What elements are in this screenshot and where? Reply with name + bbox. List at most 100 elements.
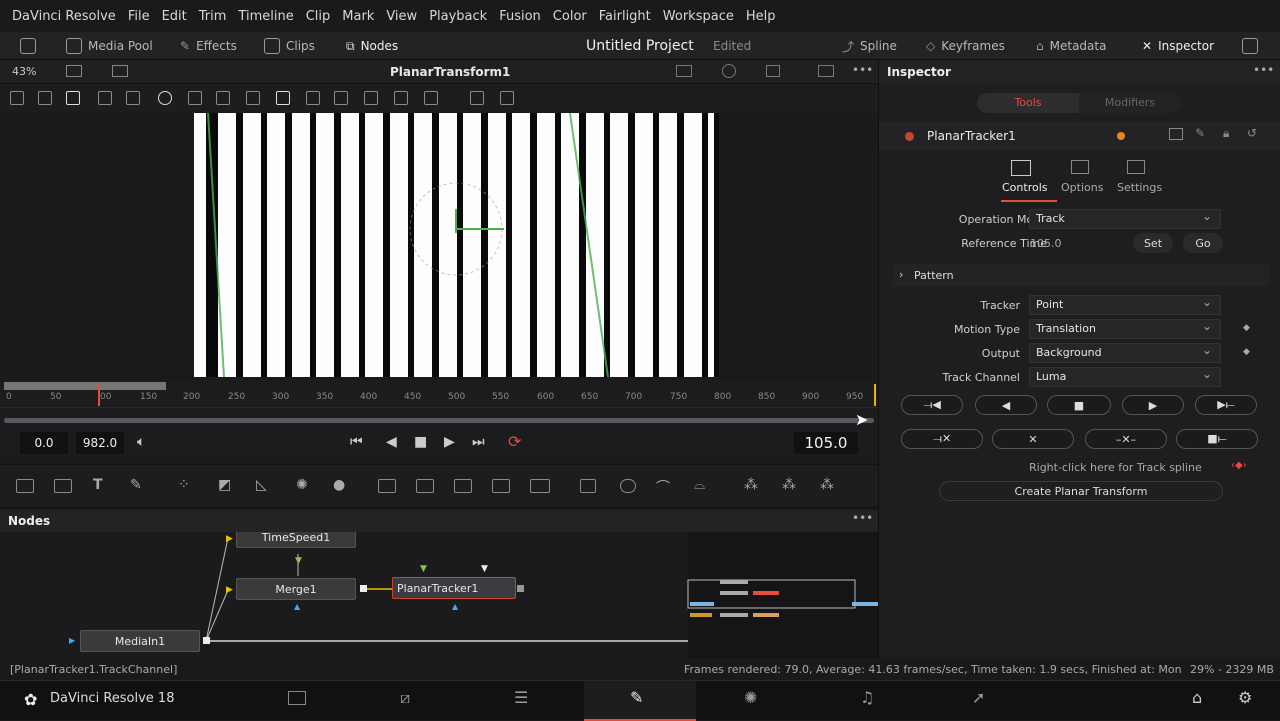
pen-icon[interactable] [38, 91, 52, 105]
planar-output-port[interactable] [517, 585, 524, 592]
reference-time-value[interactable]: 105.0 [1030, 237, 1062, 250]
subtab-settings[interactable]: Settings [1117, 181, 1162, 194]
menu-timeline[interactable]: Timeline [232, 9, 299, 24]
operation-mode-dropdown[interactable]: Track [1029, 207, 1221, 229]
media-pool-button[interactable]: Media Pool [66, 36, 153, 56]
tracker-tool-icon[interactable]: ⁂ [744, 477, 758, 493]
select-delete-icon[interactable] [126, 91, 140, 105]
panel-toggle-button[interactable] [20, 36, 36, 56]
paint-tool-icon[interactable]: ✎ [130, 477, 142, 493]
spline-button[interactable]: ⤴ Spline [842, 36, 897, 56]
menu-fairlight[interactable]: Fairlight [593, 9, 657, 24]
node-planartracker[interactable]: PlanarTracker1 [392, 577, 516, 599]
out-marker[interactable] [874, 384, 876, 406]
delete-range-button[interactable]: –✕– [1085, 429, 1167, 449]
gradient-tool-icon[interactable]: ◩ [218, 477, 231, 493]
create-planar-transform-button[interactable]: Create Planar Transform [939, 481, 1223, 501]
menu-app[interactable]: DaVinci Resolve [6, 9, 122, 24]
current-time-field[interactable]: 105.0 [794, 432, 858, 454]
menu-edit[interactable]: Edit [156, 9, 193, 24]
output-dropdown[interactable]: Background [1029, 341, 1221, 363]
view-icon[interactable] [676, 65, 692, 77]
subtab-controls[interactable]: Controls [1002, 181, 1048, 194]
resize-tool-icon[interactable] [492, 479, 510, 493]
go-to-start-icon[interactable]: ⏮︎ [350, 434, 363, 450]
particles-tool-icon[interactable]: ⁘ [178, 477, 190, 493]
node-mediain[interactable]: MediaIn1 [80, 630, 200, 652]
menu-playback[interactable]: Playback [423, 9, 493, 24]
tracker-dropdown[interactable]: Point [1029, 293, 1221, 315]
pen-add-icon[interactable] [10, 91, 24, 105]
menu-view[interactable]: View [380, 9, 423, 24]
inspector-more-icon[interactable]: ••• [1253, 63, 1274, 77]
start-time-field[interactable]: 0.0 [20, 432, 68, 454]
color-icon[interactable] [722, 64, 736, 78]
menu-mark[interactable]: Mark [336, 9, 380, 24]
fullscreen-button[interactable] [1242, 36, 1258, 56]
menu-fusion[interactable]: Fusion [493, 9, 547, 24]
inspector-button[interactable]: ✕ Inspector [1142, 36, 1214, 56]
select-multi-icon[interactable] [98, 91, 112, 105]
bspline-mask-icon[interactable]: ⌓ [694, 477, 705, 493]
keyframe-nav-icon[interactable]: ‹◆› [1231, 460, 1247, 471]
media-page-icon[interactable] [288, 691, 306, 705]
zoom-dropdown[interactable]: 43% [12, 65, 36, 78]
motion-type-dropdown[interactable]: Translation [1029, 317, 1221, 339]
delete-button[interactable]: ✕ [992, 429, 1074, 449]
select-point-icon[interactable] [66, 91, 80, 105]
play-reverse-icon[interactable]: ◀ [386, 434, 397, 450]
controls-tab-icon[interactable] [1011, 160, 1031, 176]
overlay-icon[interactable] [66, 65, 82, 77]
merge-tool-icon[interactable] [378, 479, 396, 493]
options-tab-icon[interactable] [1071, 160, 1089, 174]
menu-trim[interactable]: Trim [193, 9, 233, 24]
scrub-slider[interactable] [4, 418, 874, 423]
color-page-icon[interactable]: ✺ [744, 688, 757, 707]
track-forward-button[interactable]: ▶ [1122, 395, 1184, 415]
audio-icon[interactable]: 🔈︎ [137, 434, 145, 450]
crop-icon[interactable] [334, 91, 348, 105]
deliver-page-icon[interactable]: ➚ [972, 688, 985, 707]
track-channel-dropdown[interactable]: Luma [1029, 365, 1221, 387]
tracker-overlay[interactable] [194, 113, 719, 377]
clips-button[interactable]: Clips [264, 36, 315, 56]
lock-icon[interactable]: 🔒︎ [1223, 126, 1229, 141]
menu-clip[interactable]: Clip [300, 9, 337, 24]
magic-icon[interactable] [500, 91, 514, 105]
keyframes-button[interactable]: ◇ Keyframes [926, 36, 1005, 56]
track-to-start-button[interactable]: ⟞◀ [901, 395, 963, 415]
delete-to-start-button[interactable]: ⟞✕ [901, 429, 983, 449]
edit-page-icon[interactable]: ☰ [514, 688, 528, 707]
play-icon[interactable]: ▶ [444, 434, 455, 450]
fairlight-page-icon[interactable]: ♫ [860, 688, 874, 707]
grid-icon[interactable] [766, 65, 780, 77]
camera-tracker-tool-icon[interactable]: ⁂ [820, 477, 834, 493]
node-graph[interactable]: ▶ TimeSpeed1 ▶ Merge1 PlanarTracker1 ▼ ▼… [0, 532, 878, 658]
go-to-end-icon[interactable]: ⏭︎ [472, 434, 485, 450]
settings-tab-icon[interactable] [1127, 160, 1145, 174]
stop-tracking-button[interactable]: ■ [1047, 395, 1111, 415]
split-view-icon[interactable] [818, 65, 834, 77]
go-button[interactable]: Go [1183, 233, 1223, 253]
nodes-button[interactable]: ⧉ Nodes [346, 36, 398, 56]
delete-to-end-button[interactable]: ■⟝ [1176, 429, 1258, 449]
reset-icon[interactable]: ↺ [1247, 126, 1257, 140]
blur-tool-icon[interactable]: ● [333, 477, 345, 493]
rotate-icon[interactable] [394, 91, 408, 105]
effects-button[interactable]: ✎ Effects [180, 36, 237, 56]
track-spline-hint[interactable]: Right-click here for Track spline [1029, 461, 1202, 474]
ellipse-mask-icon[interactable] [620, 479, 636, 493]
color-corrector-icon[interactable]: ✺ [296, 477, 308, 493]
transform-tool-icon[interactable] [530, 479, 550, 493]
set-button[interactable]: Set [1133, 233, 1173, 253]
node-timespeed[interactable]: TimeSpeed1 [236, 532, 356, 548]
smooth-icon[interactable] [306, 91, 320, 105]
menu-help[interactable]: Help [740, 9, 782, 24]
node-enable-toggle[interactable] [905, 132, 914, 141]
transform-box-icon[interactable] [246, 91, 260, 105]
mediain-output-port[interactable] [203, 637, 210, 644]
loop-icon[interactable]: ⟳ [508, 432, 521, 451]
tab-modifiers[interactable]: Modifiers [1079, 93, 1181, 113]
image-tool-icon[interactable] [54, 479, 72, 493]
subtab-options[interactable]: Options [1061, 181, 1103, 194]
